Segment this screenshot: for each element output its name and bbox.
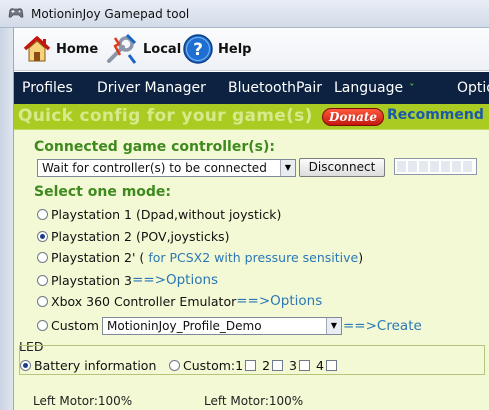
led-custom-option[interactable]: Custom: 1 2 3 4 — [169, 358, 340, 373]
led-slot-label: 1 — [235, 358, 244, 373]
mode-suffix: ) — [358, 250, 364, 265]
banner-title: Quick config for your game(s) — [18, 106, 313, 126]
led-radio-selected[interactable] — [20, 360, 31, 371]
mode-label: Playstation 2 (POV,joysticks) — [51, 229, 230, 244]
recommend-link[interactable]: Recommend f — [387, 107, 489, 123]
xbox-options-link[interactable]: ==>Options — [236, 293, 322, 309]
motor-value: 100% — [97, 394, 133, 408]
mode-radio[interactable] — [37, 209, 48, 220]
home-button[interactable]: Home — [22, 32, 98, 66]
custom-profile-select[interactable]: MotioninJoy_Profile_Demo ▼ — [102, 317, 342, 335]
help-icon: ? — [183, 34, 213, 64]
wrench-plug-icon — [107, 33, 137, 64]
led-slot-checkbox[interactable] — [325, 360, 337, 371]
mode-option-ps3[interactable]: Playstation 3 ==>Options — [37, 272, 218, 288]
home-label: Home — [56, 41, 99, 57]
mode-radio[interactable] — [37, 320, 48, 331]
custom-profile-value: MotioninJoy_Profile_Demo — [107, 319, 262, 333]
mode-radio-selected[interactable] — [37, 231, 48, 242]
menu-options[interactable]: Optio — [457, 80, 489, 96]
local-label: Local — [143, 41, 182, 57]
help-label: Help — [218, 41, 252, 57]
mode-option-ps1[interactable]: Playstation 1 (Dpad,without joystick) — [37, 207, 281, 222]
create-profile-link[interactable]: ==>Create — [343, 318, 422, 334]
mode-label: Custom — [51, 318, 99, 333]
mode-hint: for PCSX2 with pressure sensitive — [148, 250, 359, 265]
chevron-down-icon: ˇ — [409, 82, 415, 95]
mode-radio[interactable] — [37, 295, 48, 307]
title-bar: MotioninJoy Gamepad tool — [0, 0, 489, 28]
menu-language[interactable]: Language ˇ — [334, 80, 415, 96]
connection-progress-bar — [394, 158, 477, 175]
menu-language-label: Language — [334, 80, 404, 96]
left-motor-readout: Left Motor:100% — [33, 394, 132, 408]
mode-option-ps2[interactable]: Playstation 2 (POV,joysticks) — [37, 229, 229, 244]
menu-profiles[interactable]: Profiles — [22, 80, 73, 96]
right-motor-readout: Left Motor:100% — [204, 394, 303, 408]
controller-select-value: Wait for controller(s) to be connected — [42, 161, 267, 175]
led-radio[interactable] — [169, 360, 180, 371]
dropdown-arrow-icon: ▼ — [280, 160, 295, 176]
donate-button[interactable]: Donate — [322, 108, 384, 126]
help-button[interactable]: ? Help — [182, 32, 251, 66]
led-battery-option[interactable]: Battery information — [20, 358, 156, 373]
mode-label: Playstation 3 — [51, 272, 133, 288]
motor-label: Left Motor: — [204, 394, 269, 408]
mode-option-ps2-prime[interactable]: Playstation 2' ( for PCSX2 with pressure… — [37, 250, 363, 265]
led-battery-label: Battery information — [34, 358, 157, 373]
window-border — [0, 28, 14, 410]
window-title: MotioninJoy Gamepad tool — [31, 7, 190, 21]
menu-bluetooth-pair[interactable]: BluetoothPair — [228, 80, 322, 96]
led-slot-label: 3 — [289, 358, 297, 373]
menu-bar: Profiles Driver Manager BluetoothPair La… — [14, 72, 489, 104]
menu-driver-manager[interactable]: Driver Manager — [97, 80, 206, 96]
led-slot-checkbox[interactable] — [272, 360, 284, 371]
dropdown-arrow-icon: ▼ — [326, 318, 341, 334]
mode-label: Playstation 2' ( — [51, 250, 145, 265]
quick-config-banner: Quick config for your game(s) Donate Rec… — [14, 104, 489, 129]
mode-option-xbox360[interactable]: Xbox 360 Controller Emulator ==>Options — [37, 293, 322, 309]
motor-value: 100% — [268, 394, 304, 408]
home-icon — [23, 36, 51, 62]
mode-option-custom[interactable]: Custom — [37, 318, 99, 333]
motor-label: Left Motor: — [33, 394, 98, 408]
local-button[interactable]: Local — [105, 32, 181, 66]
led-slot-checkbox[interactable] — [245, 360, 257, 371]
ps3-options-link[interactable]: ==>Options — [132, 272, 218, 288]
mode-radio[interactable] — [37, 252, 48, 263]
controllers-heading: Connected game controller(s): — [34, 139, 275, 155]
gamepad-icon — [8, 8, 24, 18]
led-custom-label: Custom: — [183, 358, 236, 373]
mode-label: Xbox 360 Controller Emulator — [51, 293, 237, 309]
progress-segments — [397, 161, 474, 172]
led-slot-checkbox[interactable] — [298, 360, 310, 371]
mode-heading: Select one mode: — [34, 184, 172, 200]
svg-text:?: ? — [193, 40, 203, 60]
toolbar: Home Local ? Help — [14, 28, 489, 71]
led-slot-label: 4 — [315, 358, 324, 373]
mode-label: Playstation 1 (Dpad,without joystick) — [51, 207, 282, 222]
controller-select[interactable]: Wait for controller(s) to be connected ▼ — [37, 159, 296, 177]
disconnect-button[interactable]: Disconnect — [299, 158, 385, 177]
mode-radio[interactable] — [37, 274, 48, 286]
led-slot-label: 2 — [262, 358, 271, 373]
